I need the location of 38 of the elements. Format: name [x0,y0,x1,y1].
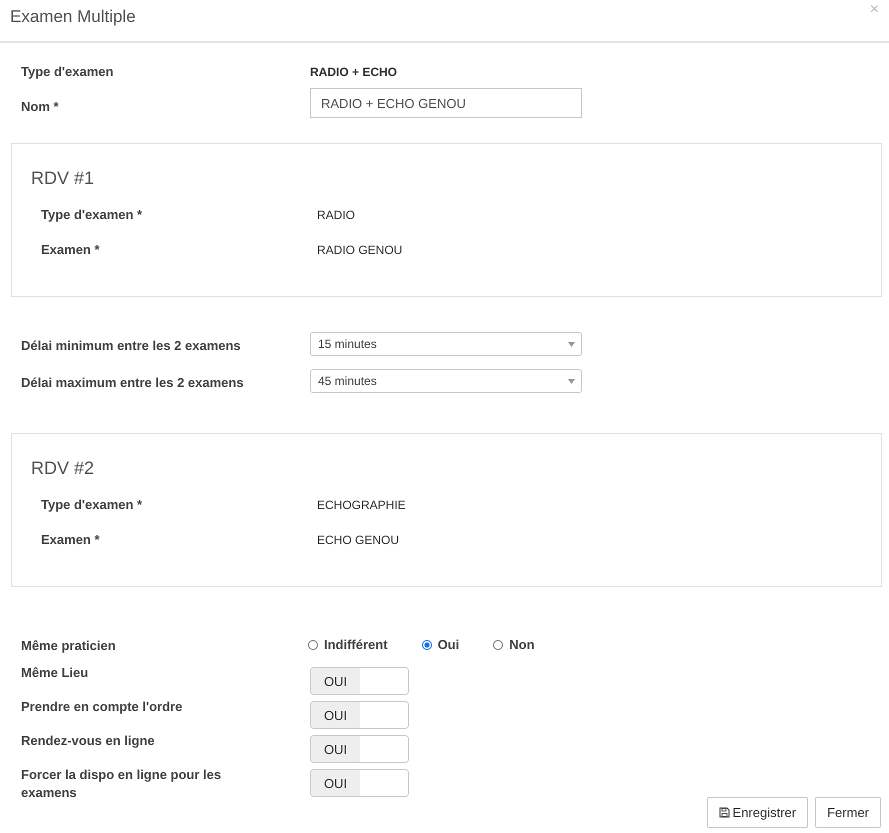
toggle-switch[interactable]: OUI [310,769,409,797]
field-label: Type d'examen * [41,496,144,514]
caret-icon [568,378,575,384]
field-label: Examen * [41,531,101,549]
field-label: Examen * [41,241,101,259]
field-label: Prendre en compte l'ordre [21,698,184,716]
field-value: ECHO GENOU [317,533,400,547]
field-label: Même Lieu [21,664,90,682]
field-label: Type d'examen [21,63,114,81]
field-value: RADIO GENOU [317,243,402,257]
field-label: Délai minimum entre les 2 examens [21,337,242,355]
delay-select[interactable]: 45 minutes [310,369,582,393]
field-value: RADIO + ECHO [310,65,398,79]
radio-option[interactable]: Indifférent [308,637,388,652]
field-value: RADIO [317,208,356,222]
radio-button[interactable] [308,640,318,650]
radio-option[interactable]: Oui [422,637,460,652]
dialog-title: Examen Multiple [10,7,136,27]
toggle-switch[interactable]: OUI [310,701,409,729]
toggle-switch[interactable]: OUI [310,735,409,763]
toggle-switch[interactable]: OUI [310,667,409,695]
name-input[interactable]: RADIO + ECHO GENOU [310,88,582,118]
card-title: RDV #1 [31,167,96,190]
field-label: Type d'examen * [41,206,144,224]
field-label: Forcer la dispo en ligne pour les examens [21,766,222,802]
field-label: Nom * [21,98,60,116]
radio-option[interactable]: Non [493,637,535,652]
close-button[interactable]: Fermer [815,797,881,828]
caret-icon [568,342,575,346]
field-value: ECHOGRAPHIE [317,498,406,512]
field-label: Délai maximum entre les 2 examens [21,374,245,392]
field-label: Même praticien [21,637,117,655]
field-label: Rendez-vous en ligne [21,732,156,750]
radio-button[interactable] [493,640,504,650]
save-button[interactable]: Enregistrer [706,797,808,828]
card-title: RDV #2 [31,457,96,480]
radio-button[interactable] [422,640,432,650]
delay-select[interactable]: 15 minutes [310,332,582,356]
